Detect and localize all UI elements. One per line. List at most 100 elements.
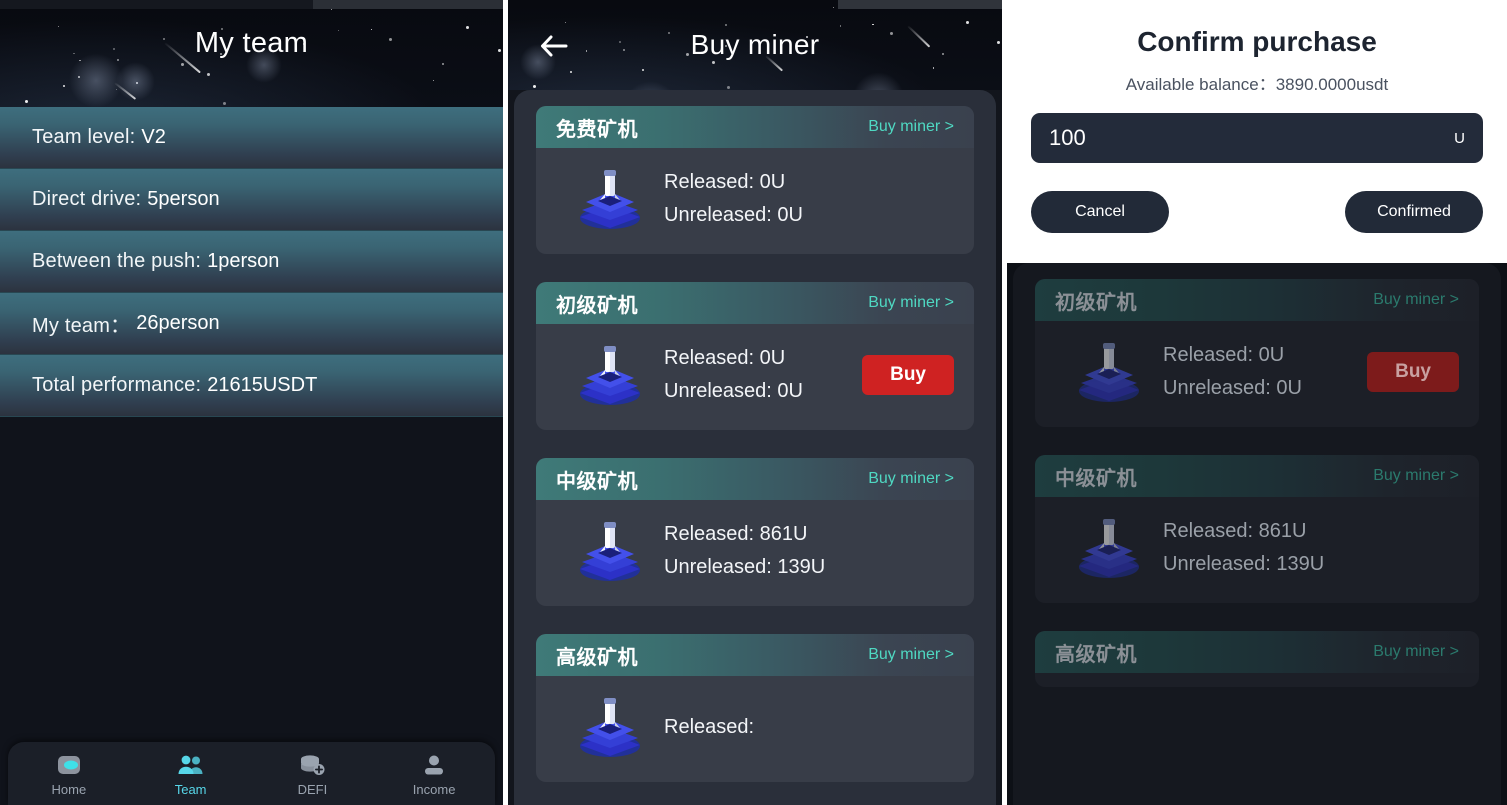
miner-card: 免费矿机 Buy miner > Released: 0U Unreleased…	[536, 106, 974, 254]
star-glow	[852, 71, 905, 90]
nav-item-defi[interactable]: DEFI	[267, 751, 357, 797]
star-dot	[725, 23, 728, 26]
app-screenshot: My team Team level: V2 Direct drive: 5perso…	[0, 0, 1507, 805]
nav-item-label: Home	[51, 781, 87, 797]
buy-button[interactable]: Buy	[1367, 352, 1459, 392]
nav-item-label: Income	[412, 781, 456, 797]
released-stat: Released: 0U	[664, 342, 844, 375]
team-stat-value: 21615USDT	[207, 374, 318, 396]
star-dot	[727, 86, 731, 89]
team-icon	[176, 751, 206, 779]
team-stat-row: Direct drive: 5person	[0, 169, 503, 231]
miner-card: 初级矿机 Buy miner > Released: 0U Unreleased…	[536, 282, 974, 430]
team-stats-list: Team level: V2 Direct drive: 5person Between…	[0, 107, 503, 417]
miner-card-header: 高级矿机 Buy miner >	[536, 634, 974, 676]
page-title: My team	[194, 27, 309, 59]
buy-miner-link[interactable]: Buy miner >	[868, 118, 954, 136]
bottom-navigation-bar[interactable]: Home Team DEFI Income	[8, 742, 495, 805]
unreleased-stat: Unreleased: 139U	[1163, 548, 1459, 581]
right-panel-confirm-purchase: Confirm purchase Available balance：3890.…	[1007, 0, 1507, 805]
released-value: 861U	[1258, 520, 1307, 542]
person-icon	[419, 751, 449, 779]
team-stat-label: Total performance:	[32, 374, 202, 396]
star-glow	[68, 53, 124, 107]
miner-machine-icon	[574, 518, 646, 584]
released-value: 0U	[1258, 344, 1285, 366]
buy-miner-link[interactable]: Buy miner >	[1373, 643, 1459, 661]
star-dot	[25, 100, 29, 104]
team-stat-row: Team level: V2	[0, 107, 503, 169]
buy-miner-link[interactable]: Buy miner >	[868, 470, 954, 488]
released-value: 0U	[759, 347, 786, 369]
unreleased-label: Unreleased:	[664, 556, 772, 578]
star-dot	[180, 62, 184, 66]
released-stat: Released:	[664, 711, 954, 744]
window-chrome-strip-mid	[838, 0, 1002, 9]
released-value: 0U	[759, 171, 786, 193]
miner-stats: Released: 861U Unreleased: 139U	[1163, 515, 1459, 581]
buy-miner-link[interactable]: Buy miner >	[868, 294, 954, 312]
middle-panel-buy-miner: Buy miner 免费矿机 Buy miner > Released: 0U	[508, 0, 1002, 805]
unreleased-label: Unreleased:	[1163, 377, 1271, 399]
miner-stats: Released: 0U Unreleased: 0U	[1163, 339, 1349, 405]
star-dot	[839, 25, 842, 27]
unreleased-label: Unreleased:	[664, 380, 772, 402]
buy-miner-link[interactable]: Buy miner >	[868, 646, 954, 664]
dialog-title: Confirm purchase	[1137, 26, 1377, 57]
team-stat-row: Total performance: 21615USDT	[0, 355, 503, 417]
nav-item-home[interactable]: Home	[24, 751, 114, 797]
star-dot	[933, 67, 935, 69]
miner-card: 中级矿机 Buy miner > Released: 861U Unreleas…	[1035, 455, 1479, 603]
miner-card: 高级矿机 Buy miner > Released:	[536, 634, 974, 782]
buy-miner-link[interactable]: Buy miner >	[1373, 291, 1459, 309]
team-stat-label: My team：	[32, 315, 131, 337]
miner-list-scroll[interactable]: 免费矿机 Buy miner > Released: 0U Unreleased…	[508, 90, 1002, 805]
star-dot	[832, 6, 835, 9]
miner-name: 免费矿机	[556, 118, 638, 141]
confirm-button[interactable]: Confirmed	[1345, 191, 1483, 233]
team-stat-value: V2	[141, 126, 166, 148]
window-chrome-strip-secondary	[313, 0, 503, 9]
miner-card-header: 中级矿机 Buy miner >	[536, 458, 974, 500]
buy-button[interactable]: Buy	[862, 355, 954, 395]
nav-item-team[interactable]: Team	[146, 751, 236, 797]
star-dot	[62, 84, 65, 87]
released-label: Released:	[664, 715, 755, 738]
released-label: Released:	[664, 171, 755, 193]
cancel-button[interactable]: Cancel	[1031, 191, 1169, 233]
home-icon	[54, 751, 84, 779]
released-value: 861U	[759, 523, 808, 545]
buy-miner-title: Buy miner	[690, 29, 820, 60]
miner-stats: Released:	[664, 711, 954, 744]
star-dot	[711, 61, 715, 65]
nav-item-label: DEFI	[297, 781, 328, 797]
buy-miner-link[interactable]: Buy miner >	[1373, 467, 1459, 485]
miner-machine-icon	[1073, 339, 1145, 405]
unreleased-stat: Unreleased: 0U	[1163, 372, 1349, 405]
miner-card-header: 中级矿机 Buy miner >	[1035, 455, 1479, 497]
team-stat-label: Team level:	[32, 126, 136, 148]
miner-machine-icon	[574, 694, 646, 760]
star-glow	[621, 80, 679, 90]
released-stat: Released: 861U	[1163, 515, 1459, 548]
amount-input-value: 100	[1049, 125, 1086, 150]
amount-input[interactable]: 100 U	[1031, 113, 1483, 163]
miner-stats: Released: 0U Unreleased: 0U	[664, 166, 954, 232]
miner-card-header: 高级矿机 Buy miner >	[1035, 631, 1479, 673]
star-dot	[223, 102, 227, 106]
team-stat-value: 1person	[207, 250, 280, 272]
confirm-purchase-dialog: Confirm purchase Available balance：3890.…	[1007, 0, 1507, 263]
miner-card: 中级矿机 Buy miner > Released: 861U Unreleas…	[536, 458, 974, 606]
nav-item-income[interactable]: Income	[389, 751, 479, 797]
unreleased-stat: Unreleased: 0U	[664, 375, 844, 408]
released-stat: Released: 0U	[1163, 339, 1349, 372]
miner-card-header: 免费矿机 Buy miner >	[536, 106, 974, 148]
team-stat-value: 26person	[136, 312, 220, 334]
miner-card-body: Released:	[536, 676, 974, 782]
left-panel-my-team: My team Team level: V2 Direct drive: 5perso…	[0, 0, 503, 805]
unreleased-value: 0U	[777, 380, 803, 402]
dialog-actions: Cancel Confirmed	[1031, 191, 1483, 233]
team-stat-value: 5person	[147, 188, 220, 210]
unreleased-value: 0U	[777, 204, 803, 226]
amount-unit-suffix: U	[1454, 129, 1465, 147]
